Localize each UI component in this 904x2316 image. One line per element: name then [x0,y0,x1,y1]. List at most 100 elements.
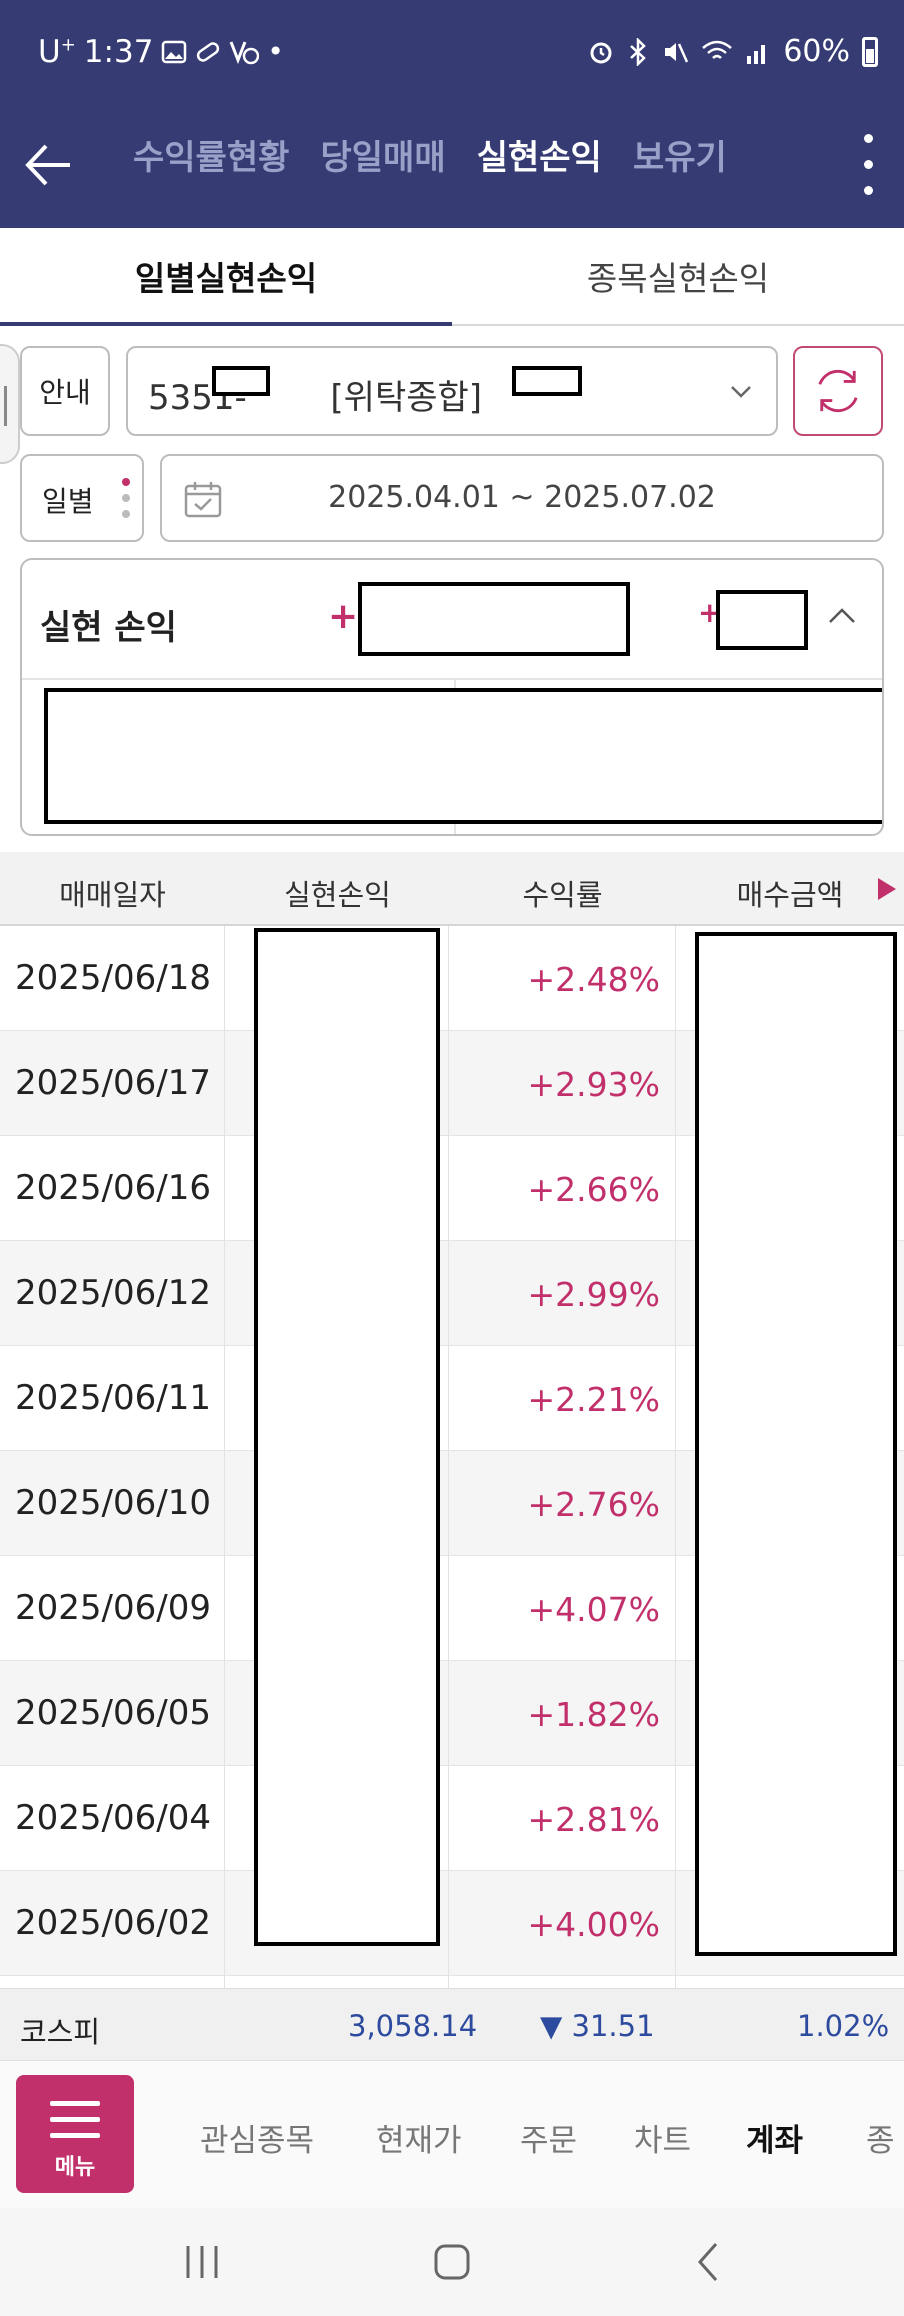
carrier-label: U+ [38,34,76,70]
chevron-down-icon [731,386,751,398]
market-ticker[interactable]: 코스피 3,058.14 ▼ 31.51 1.02% [0,1988,904,2060]
plus-sign: + [328,596,359,637]
tab-holding-period[interactable]: 보유기 [633,110,727,206]
mute-icon [665,42,689,63]
period-select-button[interactable]: 일별 [20,454,144,542]
summary-divider [22,678,882,680]
tab-today-trade[interactable]: 당일매매 [321,110,446,206]
account-type: [위탁종합] [330,378,483,418]
table-body: 2025/06/18 +2.48% 2025/06/17 +2.93% 2025/0… [0,926,904,1988]
more-menu-icon[interactable] [848,124,888,204]
home-icon[interactable] [422,2232,482,2292]
redaction-box [44,688,882,824]
tab-realized-pnl[interactable]: 실현손익 [477,110,602,206]
cell-rate: +4.07% [527,1590,660,1629]
redaction-box [358,582,630,656]
menu-chart[interactable]: 차트 [634,2115,691,2160]
cell-date: 2025/06/17 [15,1063,211,1103]
pill-icon [197,42,220,62]
wifi-icon [702,40,733,59]
redaction-box [716,590,808,650]
cell-date: 2025/06/04 [15,1798,211,1838]
summary-title: 실현 손익 [40,608,177,648]
header-realized-pnl: 실현손익 [284,878,391,912]
recent-apps-icon[interactable] [172,2232,232,2292]
tab-return-status[interactable]: 수익률현황 [133,110,289,206]
v-badge-icon [230,41,260,65]
date-range-text: 2025.04.01 ~ 2025.07.02 [328,480,716,515]
header-buy-amount: 매수금액 [736,878,844,912]
date-range-field[interactable]: 2025.04.01 ~ 2025.07.02 [160,454,884,542]
period-label: 일별 [42,485,94,518]
cell-date: 2025/06/11 [15,1378,211,1418]
sub-tabs: 일별실현손익 종목실현손익 [0,228,904,326]
menu-button[interactable]: 메뉴 [16,2075,134,2193]
menu-label: 메뉴 [54,2155,96,2180]
column-divider [448,926,449,1988]
side-drawer-handle[interactable] [0,344,20,464]
status-time: 1:37 [83,34,154,70]
battery-icon [862,36,878,67]
nav-row: 수익률현황 당일매매 실현손익 보유기 [0,110,904,228]
subtab-stock-realized[interactable]: 종목실현손익 [452,228,904,324]
chevron-up-icon[interactable] [826,604,858,628]
cell-rate: +4.00% [527,1905,660,1944]
bottom-menu: 메뉴 관심종목 현재가 주문 차트 계좌 종 [0,2060,904,2208]
notification-dot-icon: • [267,35,284,68]
alarm-icon [590,42,612,63]
battery-percent: 60% [783,34,850,69]
system-back-icon[interactable] [678,2232,738,2292]
signal-icon [747,44,766,64]
realized-summary-card: 실현 손익 + + [20,558,884,836]
status-right: 60% [587,34,878,69]
guide-button[interactable]: 안내 [20,346,110,436]
bluetooth-icon [630,37,647,66]
cell-date: 2025/06/02 [15,1903,211,1943]
cell-rate: +1.82% [527,1695,660,1734]
ticker-price: 3,058.14 [348,2009,478,2043]
table-header: 매매일자 실현손익 수익률 매수금액 [0,852,904,926]
redaction-box [212,366,270,396]
cell-date: 2025/06/18 [15,958,211,998]
cell-rate: +2.81% [527,1800,660,1839]
menu-watchlist[interactable]: 관심종목 [200,2115,314,2160]
menu-items: 관심종목 현재가 주문 차트 계좌 종 [200,2061,904,2209]
redaction-box [254,928,440,1946]
menu-more[interactable]: 종 [866,2115,895,2160]
column-divider [224,926,225,1988]
menu-order[interactable]: 주문 [520,2115,577,2160]
cell-rate: +2.93% [527,1065,660,1104]
refresh-icon[interactable] [793,346,883,436]
cell-date: 2025/06/05 [15,1693,211,1733]
gallery-icon [162,40,187,64]
header-return-rate: 수익률 [522,878,603,912]
account-select[interactable]: 5351- [위탁종합] [126,346,778,436]
cell-rate: +2.76% [527,1485,660,1524]
cell-rate: +2.66% [527,1170,660,1209]
ticker-name: 코스피 [20,2015,101,2049]
menu-account[interactable]: 계좌 [746,2115,803,2160]
cell-rate: +2.21% [527,1380,660,1419]
cell-date: 2025/06/16 [15,1168,211,1208]
cell-date: 2025/06/09 [15,1588,211,1628]
cell-rate: +2.48% [527,960,660,999]
back-arrow-icon[interactable] [18,130,88,200]
redaction-box [695,932,897,1956]
menu-current-price[interactable]: 현재가 [376,2115,462,2160]
cell-date: 2025/06/12 [15,1273,211,1313]
ticker-percent: 1.02% [797,2009,890,2043]
account-text: 5351- [위탁종합] [148,370,482,419]
cell-rate: +2.99% [527,1275,660,1314]
subtab-daily-realized[interactable]: 일별실현손익 [0,228,452,326]
nav-tabs: 수익률현황 당일매매 실현손익 보유기 [120,110,840,228]
scroll-right-arrow-icon[interactable] [878,878,896,900]
status-left: U+ 1:37 • [38,34,284,70]
column-divider [675,926,676,1988]
redaction-box [512,366,582,396]
ticker-change: ▼ 31.51 [540,2009,655,2043]
app-header: U+ 1:37 • 60% 수익률현황 당일매매 실현손익 보유기 [0,0,904,228]
status-bar: U+ 1:37 • 60% [0,0,904,110]
system-nav-bar [0,2208,904,2316]
cell-date: 2025/06/10 [15,1483,211,1523]
header-trade-date: 매매일자 [59,878,166,912]
